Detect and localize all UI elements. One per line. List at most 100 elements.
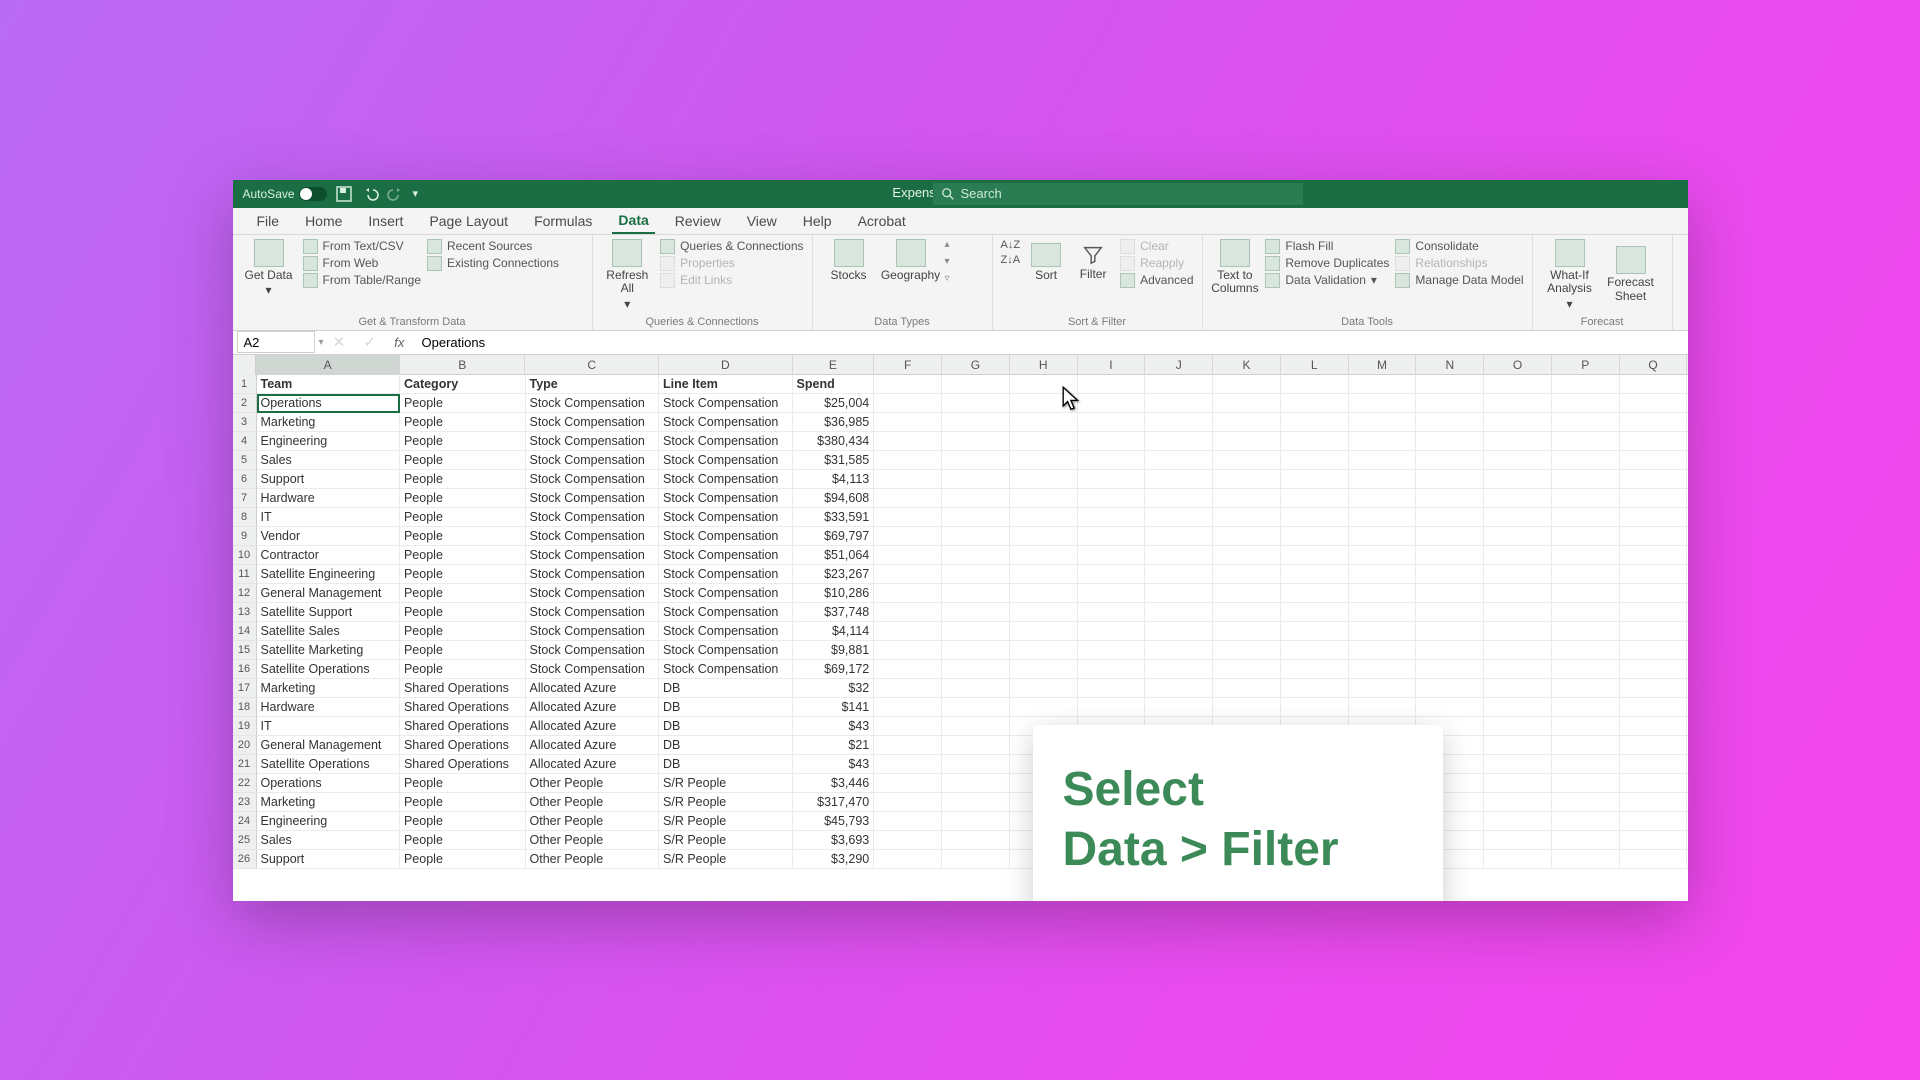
cell[interactable]: General Management [257, 584, 400, 603]
cell[interactable] [874, 565, 942, 584]
cell[interactable]: Allocated Azure [526, 679, 660, 698]
from-web-button[interactable]: From Web [303, 256, 422, 271]
column-header[interactable]: L [1281, 355, 1349, 375]
remove-duplicates-button[interactable]: Remove Duplicates [1265, 256, 1389, 271]
cell[interactable] [1620, 451, 1688, 470]
cell[interactable]: Hardware [257, 698, 400, 717]
tab-page-layout[interactable]: Page Layout [423, 209, 514, 233]
cell[interactable] [1078, 489, 1146, 508]
cell[interactable] [1484, 375, 1552, 394]
cell[interactable] [1145, 432, 1213, 451]
cell[interactable] [1620, 584, 1688, 603]
cell[interactable] [1281, 508, 1349, 527]
row-header[interactable]: 13 [233, 603, 257, 622]
cell[interactable] [1484, 736, 1552, 755]
cancel-icon[interactable]: ✕ [333, 333, 346, 351]
cell[interactable] [1145, 603, 1213, 622]
cell[interactable]: $43 [793, 717, 875, 736]
cell[interactable] [1145, 394, 1213, 413]
row-header[interactable]: 5 [233, 451, 257, 470]
cell[interactable] [1620, 565, 1688, 584]
cell[interactable] [874, 793, 942, 812]
cell[interactable] [1349, 508, 1417, 527]
cell[interactable] [1620, 679, 1688, 698]
cell[interactable]: Stock Compensation [526, 565, 660, 584]
cell[interactable] [1010, 451, 1078, 470]
cell[interactable]: People [400, 774, 526, 793]
cell[interactable] [874, 489, 942, 508]
cell[interactable]: Shared Operations [400, 717, 526, 736]
cell[interactable] [1416, 413, 1484, 432]
cell[interactable] [874, 375, 942, 394]
cell[interactable] [1620, 736, 1688, 755]
tab-review[interactable]: Review [669, 209, 727, 233]
cell[interactable]: Satellite Support [257, 603, 400, 622]
cell[interactable] [942, 489, 1010, 508]
cell[interactable]: Stock Compensation [526, 584, 660, 603]
cell[interactable] [1620, 489, 1688, 508]
cell[interactable] [1484, 717, 1552, 736]
row-header[interactable]: 18 [233, 698, 257, 717]
cell[interactable] [942, 679, 1010, 698]
row-header[interactable]: 17 [233, 679, 257, 698]
cell[interactable] [1416, 375, 1484, 394]
cell[interactable] [1145, 470, 1213, 489]
cell[interactable] [874, 394, 942, 413]
cell[interactable]: Engineering [257, 812, 400, 831]
cell[interactable] [1620, 717, 1688, 736]
cell[interactable] [1552, 451, 1620, 470]
cell[interactable] [942, 831, 1010, 850]
cell[interactable] [1281, 546, 1349, 565]
cell[interactable] [1213, 584, 1281, 603]
cell[interactable] [1552, 831, 1620, 850]
cell[interactable] [1484, 679, 1552, 698]
cell[interactable] [1416, 451, 1484, 470]
cell[interactable]: S/R People [659, 793, 793, 812]
tab-insert[interactable]: Insert [362, 209, 409, 233]
row-header[interactable]: 26 [233, 850, 257, 869]
cell[interactable] [1620, 508, 1688, 527]
cell[interactable] [1145, 375, 1213, 394]
cell[interactable]: People [400, 489, 526, 508]
cell[interactable] [1349, 470, 1417, 489]
cell[interactable]: $380,434 [793, 432, 875, 451]
cell[interactable] [942, 717, 1010, 736]
cell[interactable] [1416, 527, 1484, 546]
cell[interactable] [1213, 641, 1281, 660]
column-header[interactable]: Q [1620, 355, 1688, 375]
get-data-button[interactable]: Get Data▾ [241, 239, 297, 299]
cell[interactable]: Other People [526, 774, 660, 793]
cell[interactable] [1078, 546, 1146, 565]
cell[interactable] [942, 470, 1010, 489]
tab-help[interactable]: Help [797, 209, 838, 233]
column-header[interactable]: I [1078, 355, 1146, 375]
cell[interactable] [1484, 489, 1552, 508]
row-header[interactable]: 22 [233, 774, 257, 793]
cell[interactable] [1281, 527, 1349, 546]
cell[interactable]: $36,985 [793, 413, 875, 432]
cell[interactable]: Support [257, 850, 400, 869]
cell[interactable] [1416, 603, 1484, 622]
cell[interactable] [1620, 413, 1688, 432]
geography-button[interactable]: Geography [883, 239, 939, 284]
cell[interactable] [1552, 432, 1620, 451]
cell[interactable] [1349, 451, 1417, 470]
cell[interactable]: DB [659, 755, 793, 774]
sort-asc-icon[interactable]: A↓Z [1001, 239, 1021, 251]
tab-file[interactable]: File [251, 209, 286, 233]
cell[interactable] [1078, 508, 1146, 527]
cell[interactable]: Allocated Azure [526, 698, 660, 717]
cell[interactable] [1484, 584, 1552, 603]
cell[interactable]: Marketing [257, 793, 400, 812]
cell[interactable]: Satellite Sales [257, 622, 400, 641]
spreadsheet-grid[interactable]: ABCDEFGHIJKLMNOPQ 1234567891011121314151… [233, 355, 1688, 901]
cell[interactable] [1620, 831, 1688, 850]
cell[interactable] [874, 603, 942, 622]
tab-formulas[interactable]: Formulas [528, 209, 598, 233]
cell[interactable] [1145, 546, 1213, 565]
filter-button[interactable]: Filter [1072, 239, 1114, 288]
tab-data[interactable]: Data [612, 208, 654, 234]
cell[interactable] [1620, 546, 1688, 565]
column-header[interactable]: A [256, 355, 400, 375]
cell[interactable] [874, 736, 942, 755]
